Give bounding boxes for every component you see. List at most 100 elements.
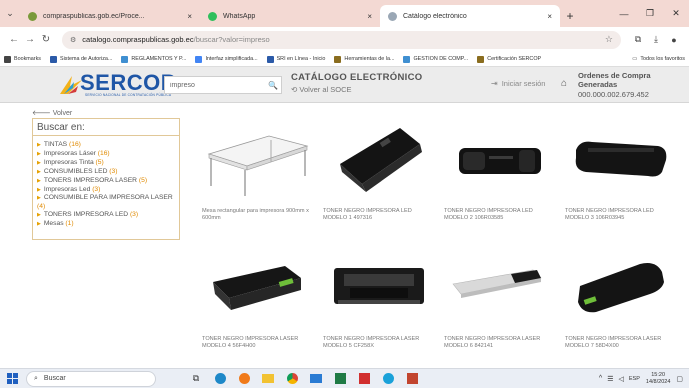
search-icon[interactable]: 🔍 (265, 81, 281, 90)
product-card[interactable]: TONER NEGRO IMPRESORA LASER MODELO 4 56F… (199, 242, 317, 352)
tab-close-icon[interactable]: × (187, 12, 192, 21)
extensions-icon[interactable]: ⧉ (629, 34, 647, 45)
new-tab-button[interactable]: + (560, 5, 580, 27)
tab-search-chevron-icon[interactable]: ⌄ (0, 0, 20, 27)
mail-icon[interactable] (306, 372, 326, 386)
bookmark-item[interactable]: GESTION DE COMP... (403, 55, 468, 63)
filter-item[interactable]: ▶ Impresoras Tinta (5) (37, 159, 175, 168)
filter-item[interactable]: ▶ TONERS IMPRESORA LED (3) (37, 211, 175, 220)
filter-item[interactable]: ▶ Mesas (1) (37, 220, 175, 229)
product-caption[interactable]: TONER NEGRO IMPRESORA LED MODELO 3 106R0… (565, 208, 675, 222)
product-caption[interactable]: TONER NEGRO IMPRESORA LASER MODELO 7 58D… (565, 336, 675, 350)
forward-arrow-icon[interactable]: → (22, 34, 38, 45)
product-caption[interactable]: TONER NEGRO IMPRESORA LASER MODELO 6 842… (444, 336, 554, 350)
product-caption[interactable]: TONER NEGRO IMPRESORA LASER MODELO 5 CF2… (323, 336, 433, 350)
tab-close-icon[interactable]: × (367, 12, 372, 21)
toner-product-image[interactable] (199, 242, 317, 328)
bookmark-label: Herramientas de la... (344, 56, 395, 62)
filter-item[interactable]: ▶ Impresoras Led (3) (37, 186, 175, 195)
back-arrow-icon[interactable]: ← (6, 34, 22, 45)
filter-label: TINTAS (43, 141, 68, 148)
back-to-soce-link[interactable]: ⟲ Volver al SOCE (291, 85, 422, 94)
minimize-icon[interactable]: — (611, 9, 637, 19)
filter-label: CONSUMIBLE PARA IMPRESORA LASER (43, 194, 173, 202)
product-caption[interactable]: TONER NEGRO IMPRESORA LED MODELO 1 49731… (323, 208, 433, 222)
close-window-icon[interactable]: ✕ (663, 8, 689, 19)
catalog-search: 🔍 (164, 76, 282, 94)
toner-product-image[interactable] (441, 114, 559, 200)
site-info-icon[interactable]: ⚙ (70, 36, 76, 44)
shield-icon (477, 55, 485, 63)
bookmark-item[interactable]: Bookmarks (4, 55, 41, 63)
volume-icon[interactable]: ◁ (619, 375, 624, 383)
table-product-image[interactable] (199, 114, 317, 200)
app-icon[interactable] (378, 372, 398, 386)
toner-product-image[interactable] (320, 242, 438, 328)
product-caption[interactable]: TONER NEGRO IMPRESORA LED MODELO 2 106R0… (444, 208, 554, 222)
filter-item[interactable]: ▶ TONERS IMPRESORA LASER (5) (37, 177, 175, 186)
browser-tab-compraspublicas[interactable]: compraspublicas.gob.ec/Proce... × (20, 5, 200, 27)
excel-icon[interactable] (330, 372, 350, 386)
edge-icon[interactable] (210, 372, 230, 386)
login-link[interactable]: ⇥ Iniciar sesión (491, 79, 545, 88)
filter-item[interactable]: ▶ Impresoras Láser (16) (37, 150, 175, 159)
browser-tab-whatsapp[interactable]: WhatsApp × (200, 5, 380, 27)
bookmark-item[interactable]: Interfaz simplificada... (195, 55, 258, 63)
browser-tab-catalogo[interactable]: Catálogo electrónico × (380, 5, 560, 27)
browser-app-icon[interactable] (234, 372, 254, 386)
filter-label: Impresoras Láser (43, 149, 96, 157)
bookmark-label: SRI en Línea - Inicio (276, 56, 326, 62)
bookmark-item[interactable]: Herramientas de la... (334, 55, 395, 63)
bookmark-item[interactable]: REGLAMENTOS Y P... (121, 55, 186, 63)
product-card[interactable]: TONER NEGRO IMPRESORA LASER MODELO 6 842… (441, 242, 559, 352)
sercop-logo[interactable]: SERCOP SERVICIO NACIONAL DE CONTRATACIÓN… (58, 70, 175, 100)
home-icon[interactable]: ⌂ (561, 78, 567, 89)
tab-close-icon[interactable]: × (547, 12, 552, 21)
profile-icon[interactable]: ● (665, 35, 683, 45)
tray-chevron-icon[interactable]: ^ (599, 375, 602, 382)
language-indicator[interactable]: ESP (629, 376, 640, 382)
all-bookmarks[interactable]: ▭ Todos los favoritos (632, 56, 685, 62)
task-view-icon[interactable]: ⧉ (186, 372, 206, 386)
url-field[interactable]: ⚙ catalogo.compraspublicas.gob.ec /busca… (62, 30, 621, 49)
app-icon[interactable] (402, 372, 422, 386)
clock[interactable]: 15:20 14/8/2024 (646, 372, 670, 385)
tab-title: Catálogo electrónico (403, 12, 467, 20)
taskbar-search[interactable]: ⌕ Buscar (26, 370, 156, 387)
maximize-icon[interactable]: ❐ (637, 8, 663, 19)
bookmarks-bar: Bookmarks Sistema de Autoriza... REGLAME… (0, 52, 689, 67)
bookmark-item[interactable]: SRI en Línea - Inicio (266, 55, 326, 63)
filter-item[interactable]: ▶ CONSUMIBLE PARA IMPRESORA LASER (4) (37, 194, 175, 211)
bookmark-item[interactable]: Certificación SERCOP (477, 55, 541, 63)
product-card[interactable]: TONER NEGRO IMPRESORA LASER MODELO 7 58D… (562, 242, 680, 352)
product-caption[interactable]: TONER NEGRO IMPRESORA LASER MODELO 4 56F… (202, 336, 312, 350)
bullet-icon: ▶ (37, 177, 41, 184)
filter-item[interactable]: ▶ CONSUMIBLES LED (3) (37, 168, 175, 177)
reload-icon[interactable]: ↻ (38, 34, 54, 45)
windows-start-icon[interactable] (0, 373, 24, 384)
product-caption[interactable]: Mesa rectangular para impresora 900mm x … (202, 208, 312, 222)
toner-product-image[interactable] (562, 114, 680, 200)
search-input[interactable] (165, 77, 265, 93)
bookmark-star-icon[interactable]: ☆ (605, 34, 613, 45)
product-card[interactable]: TONER NEGRO IMPRESORA LED MODELO 1 49731… (320, 114, 438, 224)
product-card[interactable]: TONER NEGRO IMPRESORA LED MODELO 2 106R0… (441, 114, 559, 224)
bookmark-item[interactable]: Sistema de Autoriza... (49, 55, 112, 63)
filter-count: (3) (129, 211, 139, 219)
bullet-icon: ▶ (37, 212, 41, 219)
volver-link[interactable]: 🡐 Volver (32, 108, 72, 117)
filter-item[interactable]: ▶ TINTAS (16) (37, 141, 175, 150)
product-card[interactable]: TONER NEGRO IMPRESORA LED MODELO 3 106R0… (562, 114, 680, 224)
network-icon[interactable]: ☰ (607, 375, 613, 383)
product-card[interactable]: Mesa rectangular para impresora 900mm x … (199, 114, 317, 224)
toner-product-image[interactable] (320, 114, 438, 200)
download-icon[interactable]: ⤓ (647, 34, 665, 45)
file-explorer-icon[interactable] (258, 372, 278, 386)
bullet-icon: ▶ (37, 142, 41, 148)
pdf-icon[interactable] (354, 372, 374, 386)
product-card[interactable]: TONER NEGRO IMPRESORA LASER MODELO 5 CF2… (320, 242, 438, 352)
notifications-icon[interactable]: ▢ (676, 375, 683, 383)
toner-product-image[interactable] (562, 242, 680, 328)
chrome-icon[interactable] (282, 372, 302, 386)
toner-product-image[interactable] (441, 242, 559, 328)
